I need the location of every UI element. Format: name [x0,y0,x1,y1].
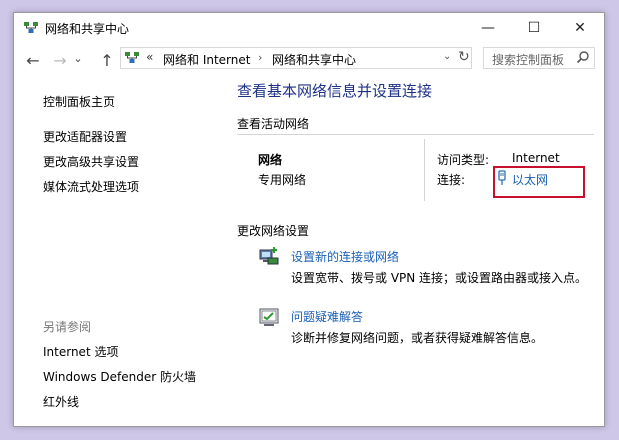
vertical-divider [424,139,425,201]
search-box[interactable]: 搜索控制面板 [483,47,595,69]
minimize-icon: — [481,20,495,36]
sidebar-media-streaming[interactable]: 媒体流式处理选项 [43,178,139,195]
close-button[interactable]: ✕ [557,13,603,43]
divider [237,134,594,135]
ethernet-icon [498,170,506,185]
sidebar-windows-defender-firewall[interactable]: Windows Defender 防火墙 [43,368,196,385]
access-type-label: 访问类型: [437,153,490,167]
page-title: 查看基本网络信息并设置连接 [237,82,433,100]
breadcrumb-separator-icon[interactable]: › [258,51,262,64]
sidebar-change-adapter-settings[interactable]: 更改适配器设置 [43,128,127,145]
breadcrumb-overflow-icon[interactable]: « [146,50,153,64]
troubleshoot-link[interactable]: 问题疑难解答 [291,308,363,325]
search-placeholder: 搜索控制面板 [492,53,565,67]
connections-label: 连接: [437,173,466,187]
minimize-button[interactable]: — [465,13,511,43]
window-title: 网络和共享中心 [45,22,130,36]
troubleshoot-desc: 诊断并修复网络问题，或者获得疑难解答信息。 [291,331,544,345]
refresh-icon[interactable]: ↻ [458,49,470,65]
close-icon: ✕ [574,20,586,36]
see-also-heading: 另请参阅 [43,320,92,334]
change-settings-heading: 更改网络设置 [237,224,310,238]
network-category: 专用网络 [258,173,307,187]
breadcrumb-network-sharing[interactable]: 网络和共享中心 [272,51,356,68]
sidebar-internet-options[interactable]: Internet 选项 [43,343,118,360]
network-setup-icon [259,247,279,265]
access-type-value: Internet [512,151,560,165]
network-location-icon [125,52,139,63]
sidebar-control-panel-home[interactable]: 控制面板主页 [43,93,115,110]
setup-new-connection-link[interactable]: 设置新的连接或网络 [291,248,399,265]
network-sharing-window: 网络和共享中心 — ☐ ✕ ← → ⌄ ↑ « 网络和 Internet › 网… [13,12,605,427]
maximize-icon: ☐ [527,20,541,36]
address-row: ← → ⌄ ↑ « 网络和 Internet › 网络和共享中心 ⌄ ↻ 搜索控… [14,45,604,73]
maximize-button[interactable]: ☐ [511,13,557,43]
back-button[interactable]: ← [23,51,43,70]
ethernet-connection-link[interactable]: 以太网 [512,171,548,188]
search-icon [576,51,589,64]
address-bar[interactable]: « 网络和 Internet › 网络和共享中心 ⌄ ↻ [120,47,472,69]
address-dropdown-icon[interactable]: ⌄ [443,51,451,62]
active-networks-heading: 查看活动网络 [237,117,310,131]
setup-new-connection-desc: 设置宽带、拨号或 VPN 连接；或设置路由器或接入点。 [291,271,588,285]
title-bar[interactable]: 网络和共享中心 — ☐ ✕ [14,13,604,43]
sidebar-change-advanced-sharing[interactable]: 更改高级共享设置 [43,153,139,170]
troubleshoot-icon [259,308,279,326]
network-app-icon [24,22,38,33]
breadcrumb-network-internet[interactable]: 网络和 Internet [163,51,250,68]
forward-button[interactable]: → [50,51,70,70]
sidebar-infrared[interactable]: 红外线 [43,393,79,410]
recent-locations-button[interactable]: ⌄ [72,52,84,65]
up-button[interactable]: ↑ [97,51,117,70]
network-name: 网络 [258,153,283,167]
